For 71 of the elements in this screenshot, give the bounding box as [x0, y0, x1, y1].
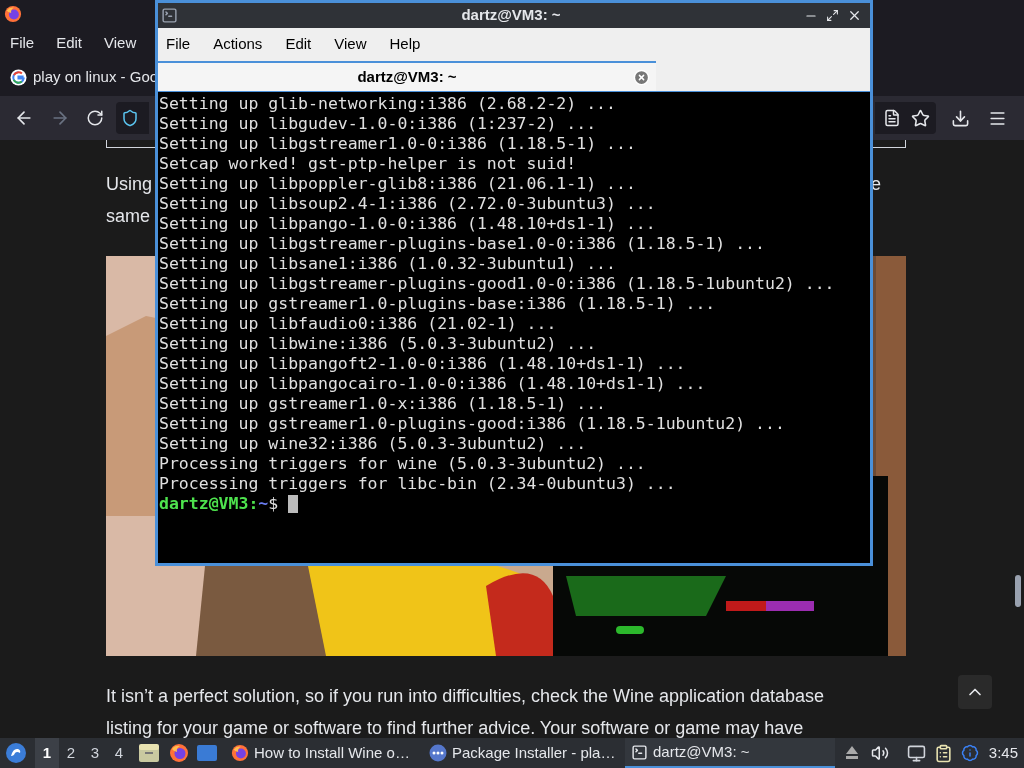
terminal-line: Setting up libgstreamer1.0-0:i386 (1.18.5-1) ...: [159, 134, 636, 154]
reader-icon[interactable]: [883, 109, 901, 127]
prompt-path: ~: [258, 494, 269, 514]
firefox-icon: [4, 5, 22, 23]
menu-item[interactable]: Edit: [56, 31, 83, 55]
network-icon[interactable]: [906, 743, 926, 763]
reload-button[interactable]: [86, 109, 104, 127]
download-button[interactable]: [951, 108, 970, 128]
workspace-button[interactable]: 1: [35, 738, 59, 768]
terminal-line: Setting up wine32:i386 (5.0.3-3ubuntu2) ...: [159, 434, 587, 454]
shield-icon[interactable]: [121, 109, 139, 127]
terminal-line: Processing triggers for wine (5.0.3-3ubuntu2) ...: [159, 454, 646, 474]
prompt-symbol: $: [268, 494, 279, 514]
terminal-line: Setting up gstreamer1.0-plugins-good:i386 (1.18.5-1ubuntu2) ...: [159, 414, 785, 434]
task-button[interactable]: How to Install Wine o…: [229, 738, 427, 768]
start-menu-icon[interactable]: [5, 742, 27, 764]
workspace-button[interactable]: 3: [83, 738, 107, 768]
terminal-line: Setting up gstreamer1.0-plugins-base:i386 (1.18.5-1) ...: [159, 294, 716, 314]
firefox-launcher-icon[interactable]: [169, 743, 189, 763]
address-bar-end[interactable]: [875, 102, 936, 134]
terminal-line: Setting up libgudev-1.0-0:i386 (1:237-2) ...: [159, 114, 597, 134]
terminal-line: Setting up libpangoft2-1.0-0:i386 (1.48.10+ds1-1) ...: [159, 354, 686, 374]
terminal-line: Setting up libwine:i386 (5.0.3-3ubuntu2) ...: [159, 334, 597, 354]
article-text: same: [106, 206, 150, 226]
terminal-line: Setting up libsane1:i386 (1.0.32-3ubuntu1) ...: [159, 254, 616, 274]
terminal-line: Setting up libsoup2.4-1:i386 (2.72.0-3ubuntu3) ...: [159, 194, 656, 214]
article-text: Using: [106, 173, 153, 196]
workspace-button[interactable]: 4: [107, 738, 131, 768]
menu-item[interactable]: View: [334, 32, 367, 56]
menu-item[interactable]: File: [166, 32, 191, 56]
prompt-user: dartz@VM3:: [159, 494, 259, 514]
close-button[interactable]: [847, 8, 862, 23]
menu-item[interactable]: Edit: [285, 32, 312, 56]
clock[interactable]: 3:45: [988, 741, 1018, 765]
notification-icon[interactable]: [960, 744, 979, 762]
scrollbar-thumb[interactable]: [1015, 575, 1021, 607]
close-tab-icon[interactable]: [633, 68, 650, 86]
task-button[interactable]: Package Installer - pla…: [427, 738, 625, 768]
volume-icon[interactable]: [870, 744, 889, 762]
menu-item[interactable]: File: [10, 31, 35, 55]
terminal-line: Setting up libpango-1.0-0:i386 (1.48.10+ds1-1) ...: [159, 214, 656, 234]
terminal-line: Setcap worked! gst-ptp-helper is not suid!: [159, 154, 577, 174]
eject-icon[interactable]: [844, 745, 859, 761]
terminal-icon: [161, 7, 178, 24]
google-icon: [10, 68, 27, 86]
firefox-icon: [231, 744, 249, 762]
workspace-button[interactable]: 2: [59, 738, 83, 768]
terminal-line: Processing triggers for libc-bin (2.34-0ubuntu3) ...: [159, 474, 676, 494]
terminal-line: Setting up gstreamer1.0-x:i386 (1.18.5-1) ...: [159, 394, 607, 414]
file-manager-icon[interactable]: [139, 744, 159, 762]
task-button[interactable]: dartz@VM3: ~: [625, 738, 835, 768]
menu-item[interactable]: View: [104, 31, 137, 55]
address-bar[interactable]: [116, 102, 149, 134]
terminal-tab[interactable]: dartz@VM3: ~: [158, 61, 656, 91]
terminal-line: Setting up libgstreamer-plugins-base1.0-0:i386 (1.18.5-1) ...: [159, 234, 765, 254]
terminal-line: Setting up libgstreamer-plugins-good1.0-0:i386 (1.18.5-1ubuntu2) ...: [159, 274, 835, 294]
terminal-line: Setting up libpoppler-glib8:i386 (21.06.1-1) ...: [159, 174, 636, 194]
menu-item[interactable]: Help: [389, 32, 421, 56]
terminal-line: Setting up libfaudio0:i386 (21.02-1) ...: [159, 314, 557, 334]
bookmark-star-icon[interactable]: [911, 108, 930, 128]
terminal-line: Setting up glib-networking:i386 (2.68.2-2) ...: [159, 94, 616, 114]
menu-item[interactable]: Actions: [213, 32, 263, 56]
paragraph-line: listing for your game or software to find further advice. Your software or game may have: [106, 717, 804, 738]
terminal-icon: [631, 743, 648, 761]
terminal-line: Setting up libpangocairo-1.0-0:i386 (1.48.10+ds1-1) ...: [159, 374, 706, 394]
paragraph-line: It isn’t a perfect solution, so if you run into difficulties, check the Wine application database: [106, 685, 825, 708]
cursor: [288, 495, 299, 513]
maximize-button[interactable]: [826, 9, 839, 22]
dots-icon: [429, 744, 447, 762]
window-title: dartz@VM3: ~: [461, 5, 561, 26]
clipboard-icon[interactable]: [933, 743, 953, 763]
